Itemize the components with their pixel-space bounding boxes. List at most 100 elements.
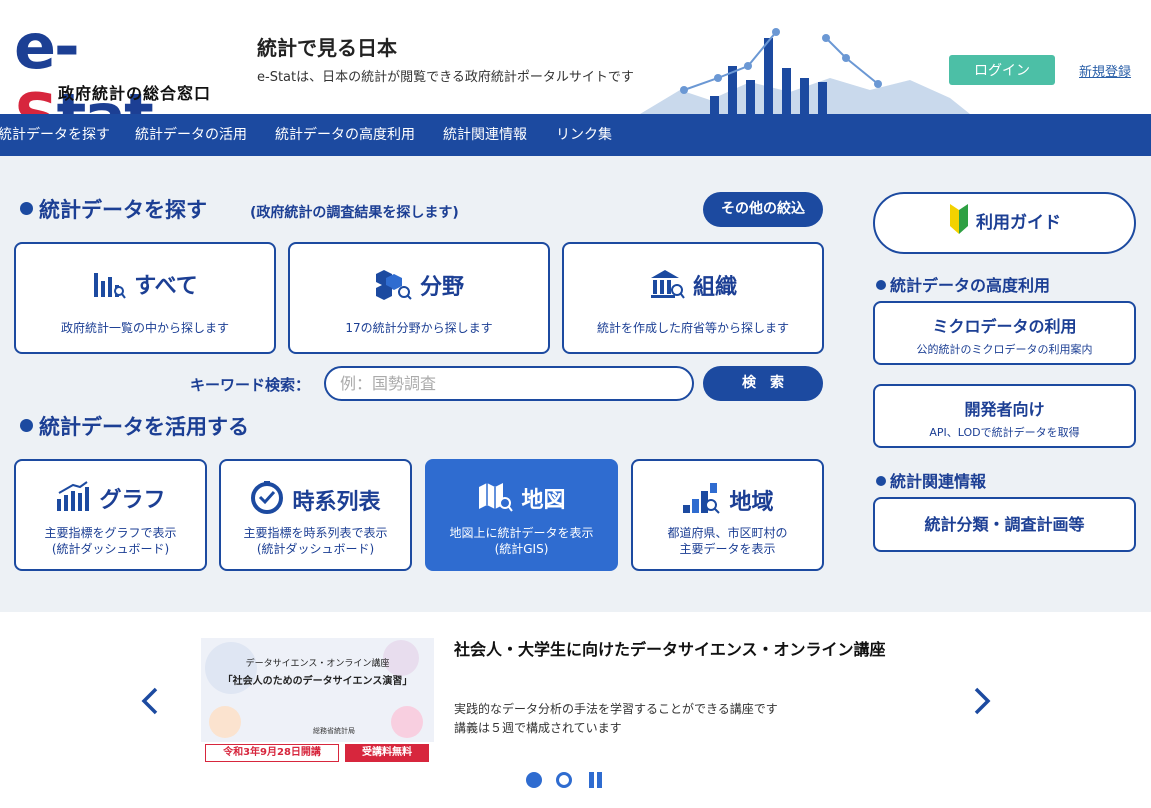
card-title-all: すべて (16, 268, 274, 300)
card-map-desc-1: 地図上に統計データを表示 (449, 526, 594, 540)
bullet-icon (20, 202, 33, 215)
card-organization-label: 組織 (692, 275, 737, 300)
card-timeseries-desc-2: (統計ダッシュボード) (256, 542, 375, 556)
carousel-dot-active[interactable] (526, 772, 542, 788)
register-link[interactable]: 新規登録 (1079, 61, 1131, 80)
nav-item-use[interactable]: 統計データの活用 (135, 114, 247, 156)
card-graph-label: グラフ (99, 488, 166, 513)
keyword-search-label: キーワード検索： (190, 376, 311, 394)
nav-item-related[interactable]: 統計関連情報 (443, 114, 527, 156)
related-info-heading: 統計関連情報 (876, 468, 986, 492)
chevron-right-icon[interactable] (968, 686, 994, 716)
search-section-title: 統計データを探す (20, 194, 207, 224)
keyword-search-input[interactable] (324, 366, 694, 401)
beginner-mark-icon (950, 204, 968, 234)
search-card-all[interactable]: すべて 政府統計一覧の中から探します (14, 242, 276, 354)
nav-item-advanced[interactable]: 統計データの高度利用 (275, 114, 415, 156)
card-region-desc-1: 都道府県、市区町村の (667, 526, 788, 540)
tagline-subtitle: e-Statは、日本の統計が閲覧できる政府統計ポータルサイトです (257, 70, 634, 85)
use-card-map[interactable]: 地図 地図上に統計データを表示 (統計GIS) (425, 459, 618, 571)
header-chart-illustration (640, 28, 970, 114)
bullet-icon (20, 419, 33, 432)
use-card-timeseries[interactable]: 時系列表 主要指標を時系列表で表示 (統計ダッシュボード) (219, 459, 412, 571)
related-info-heading-text: 統計関連情報 (890, 472, 987, 491)
card-region-label: 地域 (729, 490, 774, 515)
use-section-title-text: 統計データを活用する (39, 415, 249, 439)
card-map-label: 地図 (521, 488, 566, 513)
carousel-indicators (526, 772, 602, 788)
pause-icon[interactable] (589, 772, 602, 788)
card-map-desc-2: (統計GIS) (494, 542, 549, 556)
main-content: 統計データを探す (政府統計の調査結果を探します) その他の絞込 すべて 政府統… (0, 156, 1151, 612)
news-desc-line-1: 実践的なデータ分析の手法を学習することができる講座です (454, 702, 778, 716)
microdata-subtitle: 公的統計のミクロデータの利用案内 (916, 343, 1093, 356)
search-card-field[interactable]: 分野 17の統計分野から探します (288, 242, 550, 354)
card-all-label: すべて (134, 274, 198, 299)
search-card-organization[interactable]: 組織 統計を作成した府省等から探します (562, 242, 824, 354)
site-header: e-Stat 政府統計の総合窓口 統計で見る日本 e-Statは、日本の統計が閲… (0, 0, 1151, 152)
other-filter-button[interactable]: その他の絞込 (703, 192, 823, 227)
card-title-timeseries: 時系列表 (221, 481, 410, 516)
microdata-link[interactable]: ミクロデータの利用 公的統計のミクロデータの利用案内 (873, 301, 1136, 365)
bullet-icon (876, 280, 886, 290)
tagline-title: 統計で見る日本 (257, 36, 397, 60)
logo-subtitle: 政府統計の総合窓口 (58, 84, 212, 103)
chevron-left-icon[interactable] (138, 686, 164, 716)
building-search-icon (650, 270, 685, 299)
nav-item-search[interactable]: 統計データを探す (0, 114, 110, 156)
card-field-label: 分野 (419, 275, 464, 300)
clock-icon (251, 481, 284, 514)
card-title-graph: グラフ (16, 481, 205, 514)
graph-icon (57, 481, 90, 511)
card-desc-all: 政府統計一覧の中から探します (60, 321, 229, 335)
card-region-desc-2: 主要データを表示 (679, 542, 776, 556)
carousel-banner-image[interactable]: データサイエンス・オンライン講座 「社会人のためのデータサイエンス演習」 総務省… (201, 638, 434, 766)
classification-link[interactable]: 統計分類・調査計画等 (873, 497, 1136, 552)
use-card-region[interactable]: 地域 都道府県、市区町村の 主要データを表示 (631, 459, 824, 571)
login-button[interactable]: ログイン (949, 55, 1055, 85)
use-card-graph[interactable]: グラフ 主要指標をグラフで表示 (統計ダッシュボード) (14, 459, 207, 571)
card-timeseries-label: 時系列表 (292, 490, 381, 515)
news-carousel: データサイエンス・オンライン講座 「社会人のためのデータサイエンス演習」 総務省… (0, 612, 1151, 808)
banner-line-2: 「社会人のためのデータサイエンス演習」 (222, 676, 413, 687)
news-desc-line-2: 講義は５週で構成されています (454, 721, 622, 735)
carousel-dot[interactable] (556, 772, 572, 788)
card-desc-organization: 統計を作成した府省等から探します (596, 321, 789, 335)
card-desc-graph: 主要指標をグラフで表示 (統計ダッシュボード) (16, 525, 205, 557)
card-desc-timeseries: 主要指標を時系列表で表示 (統計ダッシュボード) (221, 525, 410, 557)
region-bars-icon (683, 483, 721, 514)
main-navigation: 統計データを探す 統計データの活用 統計データの高度利用 統計関連情報 リンク集 (0, 114, 1151, 156)
banner-free-badge: 受講料無料 (345, 744, 429, 762)
advanced-use-heading: 統計データの高度利用 (876, 272, 1050, 296)
card-title-region: 地域 (633, 481, 822, 516)
developer-link[interactable]: 開発者向け API、LODで統計データを取得 (873, 384, 1136, 448)
developer-title: 開発者向け (964, 400, 1045, 419)
classification-title: 統計分類・調査計画等 (924, 515, 1085, 534)
card-graph-desc-1: 主要指標をグラフで表示 (44, 526, 177, 540)
card-timeseries-desc-1: 主要指標を時系列表で表示 (243, 526, 388, 540)
cubes-search-icon (375, 270, 412, 300)
banner-org: 総務省統計局 (313, 727, 355, 735)
keyword-search-button[interactable]: 検 索 (703, 366, 823, 401)
banner-line-1: データサイエンス・オンライン講座 (245, 659, 390, 669)
nav-item-links[interactable]: リンク集 (556, 114, 612, 156)
search-section-title-text: 統計データを探す (39, 198, 207, 222)
carousel-news-description: 実践的なデータ分析の手法を学習することができる講座です 講義は５週で構成されてい… (454, 700, 778, 738)
banner-date: 令和3年9月28日開講 (205, 744, 339, 762)
card-title-field: 分野 (290, 268, 548, 301)
card-desc-region: 都道府県、市区町村の 主要データを表示 (633, 525, 822, 557)
card-title-organization: 組織 (564, 268, 822, 301)
estat-logo[interactable]: e-Stat 政府統計の総合窓口 (14, 10, 214, 152)
search-section-note: (政府統計の調査結果を探します) (250, 205, 459, 221)
usage-guide-label: 利用ガイド (976, 213, 1061, 233)
microdata-title: ミクロデータの利用 (932, 317, 1077, 336)
use-section-title: 統計データを活用する (20, 411, 249, 441)
map-search-icon (479, 483, 514, 512)
card-desc-field: 17の統計分野から探します (345, 321, 493, 335)
logo-part-e: e- (14, 10, 80, 83)
carousel-news-title[interactable]: 社会人・大学生に向けたデータサイエンス・オンライン講座 (454, 636, 934, 663)
card-title-map: 地図 (427, 481, 616, 514)
usage-guide-button[interactable]: 利用ガイド (873, 192, 1136, 254)
advanced-use-heading-text: 統計データの高度利用 (890, 276, 1051, 295)
developer-subtitle: API、LODで統計データを取得 (929, 426, 1080, 439)
